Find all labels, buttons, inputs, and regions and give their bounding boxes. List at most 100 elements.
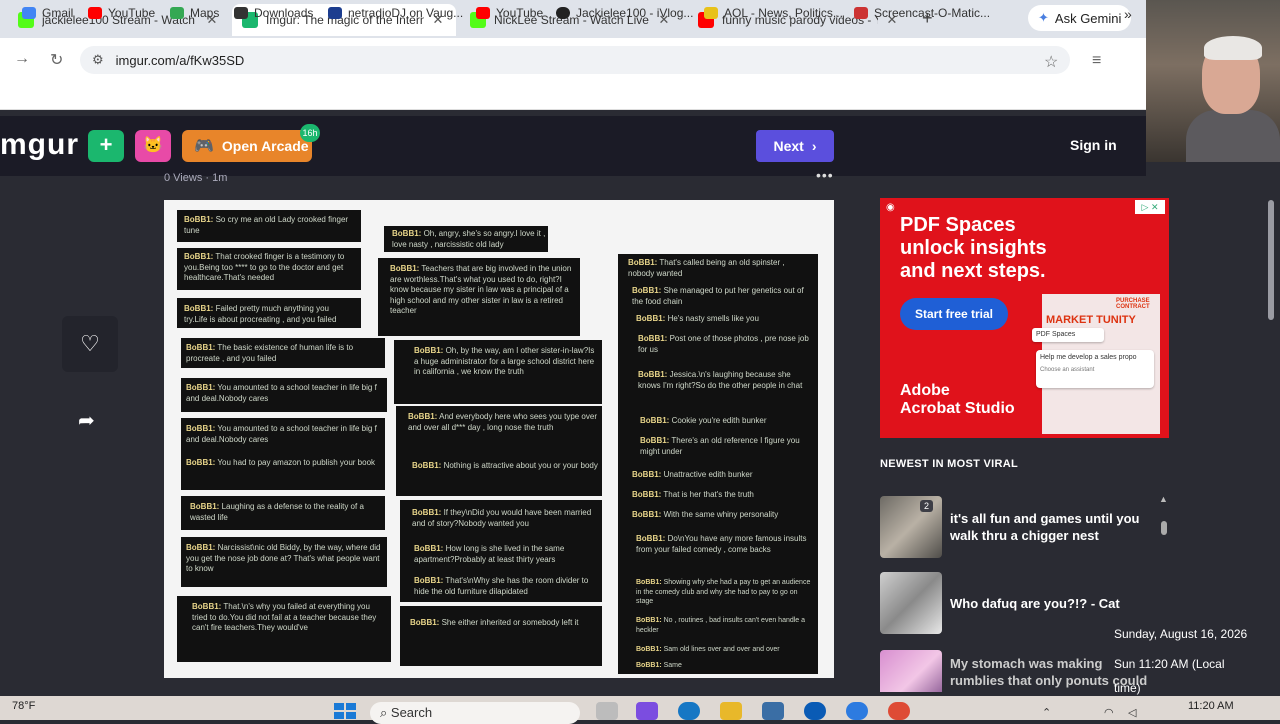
clock-date: Sunday, August 16, 2026 bbox=[1114, 627, 1248, 641]
open-arcade-button[interactable]: 🎮 Open Arcade bbox=[182, 130, 312, 162]
copilot-icon[interactable] bbox=[636, 702, 658, 720]
chat-message: BoBB1: Oh, angry, she's so angry.I love … bbox=[392, 229, 546, 249]
bookmark-label: AOL - News, Politics... bbox=[724, 6, 843, 20]
volume-icon[interactable]: ◁ bbox=[1128, 706, 1136, 719]
media-control-icon[interactable]: ≡ bbox=[1092, 52, 1101, 70]
youtube-icon bbox=[476, 7, 490, 19]
download-icon bbox=[234, 7, 248, 19]
search-label: Search bbox=[390, 705, 433, 720]
bookmark-label: Screencast-O-Matic... bbox=[874, 6, 991, 20]
webcam-person-hair bbox=[1204, 36, 1262, 60]
chat-message: BoBB1: Oh, by the way, am I other sister… bbox=[414, 346, 595, 376]
chat-message: BoBB1: Do\nYou have any more famous insu… bbox=[636, 534, 807, 554]
bookmark-youtube[interactable]: YouTube bbox=[88, 6, 155, 20]
sign-in-link[interactable]: Sign in bbox=[1070, 137, 1117, 153]
bookmark-star-icon[interactable]: ☆ bbox=[1044, 52, 1058, 72]
bookmark-netradiodj[interactable]: netradioDJ on Vaug... bbox=[328, 6, 463, 20]
file-explorer-icon[interactable] bbox=[720, 702, 742, 720]
ad-bubble-sub: Choose an assistant bbox=[1040, 367, 1095, 373]
more-bookmarks-icon[interactable]: » bbox=[1124, 6, 1132, 22]
bookmark-aol[interactable]: AOL - News, Politics... bbox=[704, 6, 843, 20]
help-icon[interactable] bbox=[846, 702, 868, 720]
arcade-badge: 16h bbox=[300, 124, 320, 142]
edge-icon[interactable] bbox=[678, 702, 700, 720]
chat-block bbox=[400, 606, 602, 666]
ivlog-icon bbox=[556, 7, 570, 19]
adobe-ad[interactable]: ◉ ▷ ✕ PDF Spaces unlock insights and nex… bbox=[880, 198, 1169, 438]
chat-message: BoBB1: That's called being an old spinst… bbox=[628, 258, 785, 278]
chat-message: BoBB1: She managed to put her genetics o… bbox=[632, 286, 804, 306]
chat-message: BoBB1: Teachers that are big involved in… bbox=[390, 264, 572, 315]
windows-start-icon[interactable] bbox=[334, 703, 356, 719]
bookmark-screencast[interactable]: Screencast-O-Matic... bbox=[854, 6, 990, 20]
meme-gen-button[interactable]: 🐱 bbox=[135, 130, 171, 162]
clock-local-time: Sun 11:20 AM (Local time) bbox=[1114, 657, 1225, 695]
reload-icon[interactable]: ↻ bbox=[50, 50, 63, 70]
chat-message: BoBB1: That's\nWhy she has the room divi… bbox=[414, 576, 589, 596]
taskbar-clock[interactable]: 11:20 AM bbox=[1188, 700, 1234, 712]
chat-message: BoBB1: How long is she lived in the same… bbox=[414, 544, 565, 564]
chat-message: BoBB1: Cookie you're edith bunker bbox=[640, 416, 767, 425]
site-info-icon[interactable]: ⚙ bbox=[92, 52, 104, 68]
chrome-icon[interactable] bbox=[888, 702, 910, 720]
url-text: imgur.com/a/fKw35SD bbox=[115, 52, 245, 68]
post-image: BoBB1: So cry me an old Lady crooked fin… bbox=[164, 200, 834, 678]
viral-item[interactable]: 2 it's all fun and games until you walk … bbox=[880, 496, 1170, 558]
imgur-header bbox=[0, 116, 1146, 176]
ad-paper-tag: PURCHASE CONTRACT bbox=[1116, 298, 1150, 310]
chat-message: BoBB1: Laughing as a defense to the real… bbox=[190, 502, 364, 522]
bookmark-gmail[interactable]: Gmail bbox=[22, 6, 73, 20]
page-scrollbar[interactable] bbox=[1268, 200, 1274, 320]
gamepad-icon: 🎮 bbox=[194, 138, 214, 155]
new-post-button[interactable]: + bbox=[88, 130, 124, 162]
youtube-icon bbox=[88, 7, 102, 19]
share-icon[interactable]: ➦ bbox=[78, 408, 95, 433]
chat-message: BoBB1: Jessica.\n's laughing because she… bbox=[638, 370, 803, 390]
chat-message: BoBB1: So cry me an old Lady crooked fin… bbox=[184, 215, 349, 235]
hp-icon[interactable] bbox=[804, 702, 826, 720]
maps-pin-icon bbox=[170, 7, 184, 19]
wifi-icon[interactable]: ◠ bbox=[1104, 706, 1114, 719]
chat-message: BoBB1: Narcissist\nic old Biddy, by the … bbox=[186, 543, 381, 573]
forward-icon[interactable]: → bbox=[14, 50, 30, 68]
weather-widget[interactable]: 78°F bbox=[12, 700, 35, 712]
next-label: Next bbox=[773, 138, 804, 154]
newest-viral-heading: NEWEST IN MOST VIRAL bbox=[880, 458, 1018, 470]
bookmark-ivlog[interactable]: Jackielee100 - iVlog... bbox=[556, 6, 693, 20]
ad-pdf-spaces-chip: PDF Spaces bbox=[1032, 328, 1104, 342]
bookmark-youtube-2[interactable]: YouTube bbox=[476, 6, 543, 20]
ad-close-icon[interactable]: ▷ ✕ bbox=[1135, 200, 1165, 214]
url-field[interactable]: ⚙ imgur.com/a/fKw35SD bbox=[80, 46, 1070, 74]
bookmark-downloads[interactable]: Downloads bbox=[234, 6, 313, 20]
chat-message: BoBB1: Showing why she had a pay to get … bbox=[636, 579, 811, 605]
store-icon[interactable] bbox=[762, 702, 784, 720]
ad-bubble-text: Help me develop a sales propo bbox=[1040, 354, 1137, 361]
chat-message: BoBB1: Same bbox=[636, 662, 682, 669]
viral-title: Who dafuq are you?!? - Cat bbox=[950, 596, 1120, 611]
favorite-button[interactable]: ♡ bbox=[62, 316, 118, 372]
chat-message: BoBB1: You amounted to a school teacher … bbox=[186, 424, 377, 444]
chat-message: BoBB1: Nothing is attractive about you o… bbox=[412, 461, 598, 470]
tray-overflow-icon[interactable]: ⌃ bbox=[1042, 706, 1051, 719]
adchoices-icon[interactable]: ◉ bbox=[886, 202, 895, 213]
next-post-button[interactable]: Next › bbox=[756, 130, 834, 162]
image-count-badge: 2 bbox=[920, 500, 934, 512]
bookmark-label: netradioDJ on Vaug... bbox=[348, 6, 464, 20]
bookmark-maps[interactable]: Maps bbox=[170, 6, 219, 20]
vaughn-icon bbox=[328, 7, 342, 19]
gemini-sparkle-icon: ✦ bbox=[1038, 10, 1049, 25]
more-options-icon[interactable]: ••• bbox=[816, 167, 834, 183]
bookmark-label: Jackielee100 - iVlog... bbox=[576, 6, 694, 20]
ad-headline: PDF Spaces unlock insights and next step… bbox=[900, 214, 1047, 282]
bookmark-label: YouTube bbox=[108, 6, 156, 20]
chat-message: BoBB1: That crooked finger is a testimon… bbox=[184, 252, 345, 282]
start-free-trial-button[interactable]: Start free trial bbox=[900, 298, 1008, 330]
taskbar-search[interactable]: ⌕ Search bbox=[370, 702, 580, 724]
task-view-icon[interactable] bbox=[596, 702, 618, 720]
imgur-logo[interactable]: mgur bbox=[0, 128, 79, 162]
ask-gemini-button[interactable]: ✦ Ask Gemini bbox=[1028, 5, 1132, 31]
ad-paper-heading: MARKET TUNITY bbox=[1046, 314, 1136, 326]
chat-message: BoBB1: She either inherited or somebody … bbox=[410, 618, 579, 627]
google-icon bbox=[22, 7, 36, 19]
chevron-right-icon: › bbox=[811, 138, 817, 154]
